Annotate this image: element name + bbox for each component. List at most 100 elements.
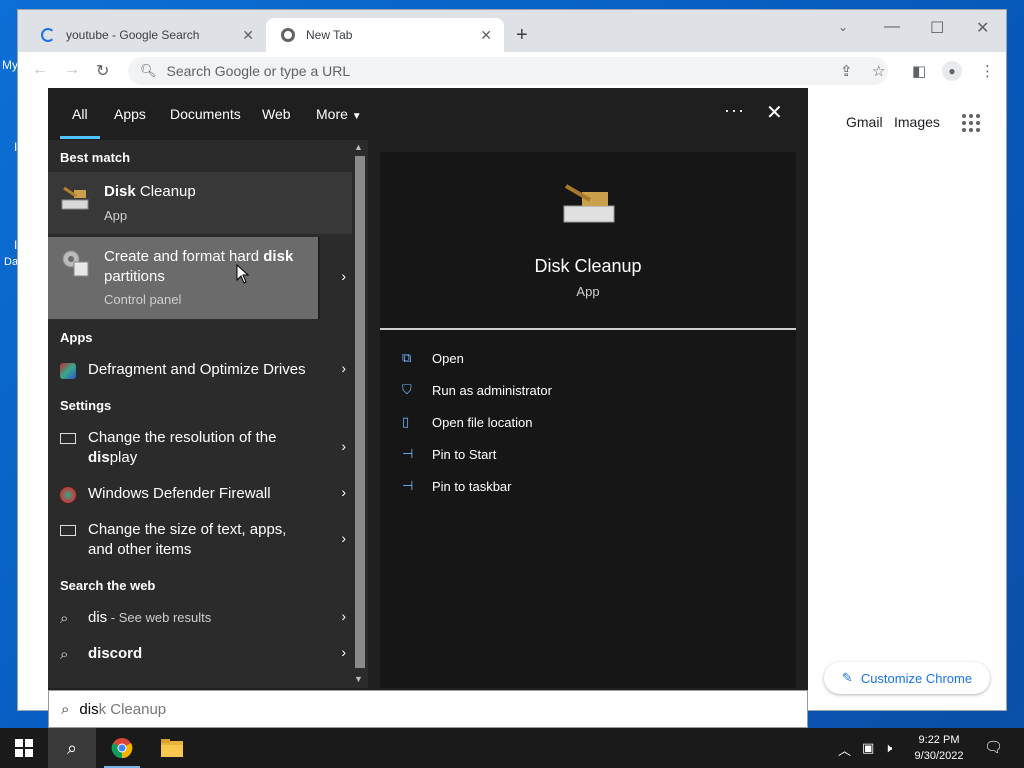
desktop-icon-label[interactable]: My xyxy=(2,58,18,72)
menu-kebab-icon[interactable]: ⋮ xyxy=(980,62,995,80)
detail-title: Disk Cleanup xyxy=(534,256,642,276)
chrome-icon xyxy=(111,738,133,759)
section-heading: Best match xyxy=(60,150,131,165)
search-input[interactable]: ⌕ dis k Cleanup xyxy=(48,690,808,728)
gmail-link[interactable]: Gmail xyxy=(846,114,883,130)
result-firewall[interactable]: Windows Defender Firewall xyxy=(88,484,271,504)
open-icon: ⧉ xyxy=(402,350,412,365)
divider xyxy=(318,237,320,319)
chevron-right-icon[interactable]: › xyxy=(341,268,346,284)
result-change-text-size-line2[interactable]: and other items xyxy=(88,540,191,560)
file-location-icon: ▯ xyxy=(402,414,410,429)
search-autocomplete-hint: k Cleanup xyxy=(98,700,167,718)
new-tab-button[interactable]: + xyxy=(516,24,528,47)
tab-title: New Tab xyxy=(306,28,353,42)
tab-all[interactable]: All xyxy=(72,106,88,122)
divider xyxy=(380,328,796,330)
close-tab-icon[interactable]: ✕ xyxy=(480,27,492,44)
profile-avatar-icon[interactable]: ● xyxy=(942,61,962,81)
tab-youtube-search[interactable]: youtube - Google Search ✕ xyxy=(26,18,266,52)
omnibox[interactable]: 🔍︎ Search Google or type a URL xyxy=(128,57,888,85)
desktop-icon-label[interactable]: I xyxy=(14,238,17,252)
action-pin-to-start[interactable]: ⊣ Pin to Start xyxy=(402,446,496,462)
action-open-file-location[interactable]: ▯ Open file location xyxy=(402,414,532,430)
chrome-taskbar-button[interactable] xyxy=(98,728,146,768)
maximize-button[interactable]: ☐ xyxy=(930,18,944,38)
search-taskbar-button[interactable]: ⌕ xyxy=(48,728,96,768)
scroll-down-arrow-icon[interactable]: ▼ xyxy=(354,674,363,684)
customize-chrome-label: Customize Chrome xyxy=(860,670,973,686)
action-open[interactable]: ⧉ Open xyxy=(402,350,464,366)
file-explorer-taskbar-button[interactable] xyxy=(148,728,196,768)
chevron-right-icon[interactable]: › xyxy=(341,360,346,376)
results-scrollbar[interactable]: ▲ ▼ xyxy=(352,140,368,688)
desktop-icon-label[interactable]: I xyxy=(14,140,17,154)
tab-more[interactable]: More ▼ xyxy=(316,106,362,122)
reload-button[interactable]: ↻ xyxy=(96,61,109,81)
control-panel-gear-icon xyxy=(62,250,89,277)
search-filter-tabs: All Apps Documents Web More ▼ ··· ✕ xyxy=(48,88,808,140)
detail-type: App xyxy=(576,284,600,299)
tab-apps[interactable]: Apps xyxy=(114,106,146,122)
minimize-button[interactable]: — xyxy=(884,18,900,36)
bookmark-star-icon[interactable]: ☆ xyxy=(872,62,885,80)
windows-search-panel: All Apps Documents Web More ▼ ··· ✕ Best… xyxy=(48,88,808,728)
close-window-button[interactable]: ✕ xyxy=(976,18,989,38)
disk-cleanup-large-icon xyxy=(563,184,615,223)
result-defragment[interactable]: Defragment and Optimize Drives xyxy=(88,360,306,380)
chevron-right-icon[interactable]: › xyxy=(341,438,346,454)
pin-icon: ⊣ xyxy=(402,478,414,493)
customize-chrome-button[interactable]: ✎ Customize Chrome xyxy=(824,662,990,694)
chevron-right-icon[interactable]: › xyxy=(341,484,346,500)
monitor-icon xyxy=(60,433,76,444)
tab-new-tab[interactable]: New Tab ✕ xyxy=(266,18,504,52)
side-panel-icon[interactable]: ◧ xyxy=(912,62,926,80)
tab-documents[interactable]: Documents xyxy=(170,106,241,122)
result-change-resolution[interactable]: Change the resolution of the xyxy=(88,428,276,448)
result-change-text-size[interactable]: Change the size of text, apps, xyxy=(88,520,286,540)
search-icon: 🔍︎ xyxy=(140,63,157,78)
tab-web[interactable]: Web xyxy=(262,106,291,122)
start-button[interactable] xyxy=(0,728,48,768)
result-title-line2: partitions xyxy=(104,268,165,285)
search-icon: ⌕ xyxy=(60,646,69,663)
disk-cleanup-icon xyxy=(61,186,89,210)
taskbar: ⌕ ︿ ▣ 🕨︎ 9:22 PM 9/30/2022 🗨︎ xyxy=(0,728,1024,768)
google-apps-icon[interactable] xyxy=(962,114,980,132)
section-heading: Search the web xyxy=(60,578,156,593)
close-search-icon[interactable]: ✕ xyxy=(766,100,783,125)
network-icon[interactable]: ▣ xyxy=(862,740,874,756)
back-button[interactable]: ← xyxy=(32,61,48,79)
close-tab-icon[interactable]: ✕ xyxy=(242,27,254,44)
best-match-result[interactable] xyxy=(48,172,352,234)
mouse-cursor-icon xyxy=(236,264,250,284)
more-options-icon[interactable]: ··· xyxy=(724,100,745,121)
chevron-right-icon[interactable]: › xyxy=(341,530,346,546)
notifications-icon[interactable]: 🗨︎ xyxy=(984,738,1003,756)
forward-button[interactable]: → xyxy=(64,61,80,79)
loading-spinner-icon xyxy=(40,27,56,43)
action-run-as-admin[interactable]: ⛉ Run as administrator xyxy=(402,382,552,398)
scroll-up-arrow-icon[interactable]: ▲ xyxy=(354,142,363,152)
action-pin-to-taskbar[interactable]: ⊣ Pin to taskbar xyxy=(402,478,512,494)
system-clock[interactable]: 9:22 PM 9/30/2022 xyxy=(908,732,970,764)
web-result-dis[interactable]: dis - See web results xyxy=(88,608,211,628)
volume-icon[interactable]: 🕨︎ xyxy=(884,740,892,756)
pencil-icon: ✎ xyxy=(841,670,853,685)
folder-icon xyxy=(161,739,183,757)
desktop-icon-label[interactable]: Da xyxy=(4,256,18,268)
omnibox-placeholder: Search Google or type a URL xyxy=(166,63,351,79)
chevron-right-icon[interactable]: › xyxy=(341,644,346,660)
share-icon[interactable]: ⇪ xyxy=(840,62,853,80)
images-link[interactable]: Images xyxy=(894,114,940,130)
defragment-icon xyxy=(60,363,76,379)
best-match-type: App xyxy=(104,208,128,223)
chevron-right-icon[interactable]: › xyxy=(341,608,346,624)
scroll-thumb[interactable] xyxy=(355,156,365,668)
tab-search-icon[interactable]: ⌄ xyxy=(838,20,848,34)
web-result-discord[interactable]: discord xyxy=(88,644,142,664)
search-query: dis xyxy=(79,700,99,718)
show-hidden-icons[interactable]: ︿ xyxy=(838,740,851,759)
section-heading: Settings xyxy=(60,398,112,413)
result-change-resolution-line2[interactable]: display xyxy=(88,448,137,468)
